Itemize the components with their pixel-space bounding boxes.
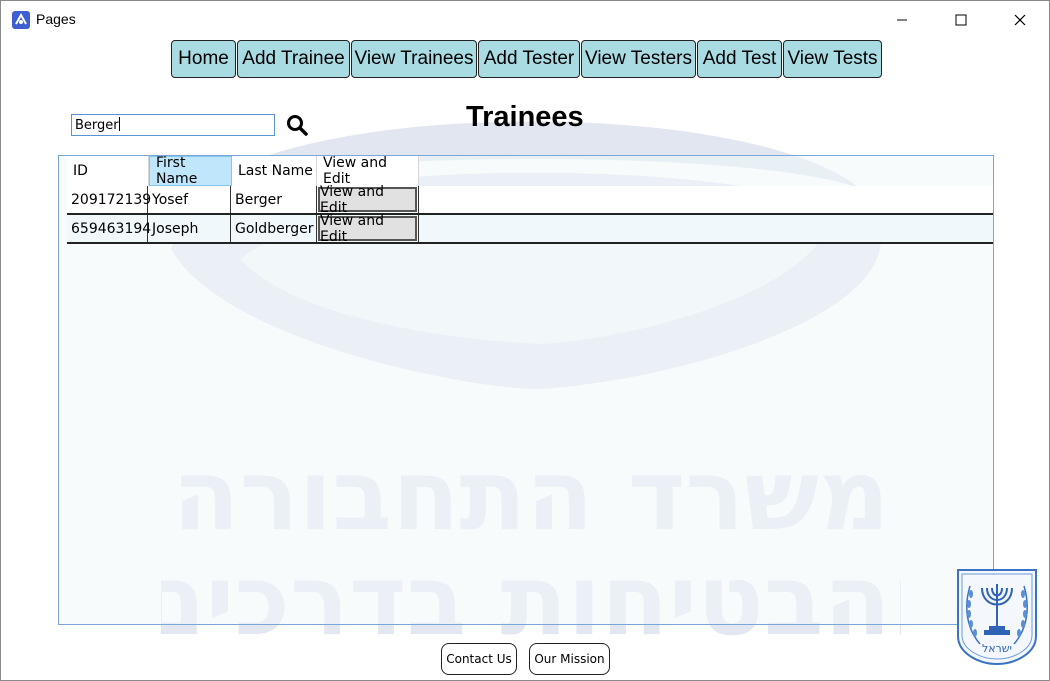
table-row[interactable]: 209172139 Yosef Berger View and Edit [67, 184, 993, 216]
column-header-view-edit[interactable]: View and Edit [317, 155, 419, 187]
title-bar[interactable]: Pages [1, 1, 1049, 39]
search-icon[interactable] [286, 114, 308, 136]
column-header-first-name[interactable]: First Name [149, 155, 232, 187]
table-row[interactable]: 659463194 Joseph Goldberger View and Edi… [67, 213, 993, 245]
text-caret [118, 117, 120, 131]
cell-id: 659463194 [67, 215, 151, 242]
cell-action: View and Edit [317, 184, 419, 216]
close-button[interactable] [997, 1, 1043, 39]
contact-us-button[interactable]: Contact Us [441, 643, 517, 675]
nav-add-trainee-button[interactable]: Add Trainee [237, 40, 350, 78]
nav-view-trainees-button[interactable]: View Trainees [351, 40, 477, 78]
cell-action: View and Edit [317, 213, 419, 245]
state-emblem-icon: ישראל [957, 569, 1037, 666]
minimize-icon [897, 19, 907, 21]
view-edit-button[interactable]: View and Edit [318, 184, 417, 216]
cell-last-name: Goldberger [231, 215, 317, 242]
cell-last-name: Berger [231, 186, 317, 213]
nav-view-tests-button[interactable]: View Tests [783, 40, 882, 78]
maximize-button[interactable] [938, 1, 984, 39]
trainees-table[interactable]: ID First Name Last Name View and Edit 20… [58, 155, 994, 625]
search-input[interactable]: Berger [71, 114, 275, 136]
app-icon [12, 11, 30, 29]
cell-first-name: Joseph [148, 215, 231, 242]
page-title: Trainees [466, 101, 584, 133]
column-header-id[interactable]: ID [67, 156, 149, 186]
nav-add-test-button[interactable]: Add Test [697, 40, 782, 78]
our-mission-button[interactable]: Our Mission [529, 643, 610, 675]
cell-id: 209172139 [67, 186, 151, 213]
nav-add-tester-button[interactable]: Add Tester [478, 40, 580, 78]
maximize-icon [955, 14, 967, 26]
minimize-button[interactable] [879, 1, 925, 39]
search-input-value: Berger [75, 118, 119, 133]
app-window: Pages משרד התחבורה והבטיחות בדרכים Home … [0, 0, 1050, 681]
nav-view-testers-button[interactable]: View Testers [581, 40, 696, 78]
nav-home-button[interactable]: Home [171, 40, 236, 78]
main-nav: Home Add Trainee View Trainees Add Teste… [171, 40, 883, 78]
emblem-text: ישראל [982, 642, 1012, 655]
column-header-last-name[interactable]: Last Name [232, 156, 317, 186]
view-edit-button[interactable]: View and Edit [318, 213, 417, 245]
window-title: Pages [36, 11, 76, 27]
cell-first-name: Yosef [148, 186, 231, 213]
close-icon [1014, 14, 1026, 26]
table-header: ID First Name Last Name View and Edit [67, 155, 419, 187]
